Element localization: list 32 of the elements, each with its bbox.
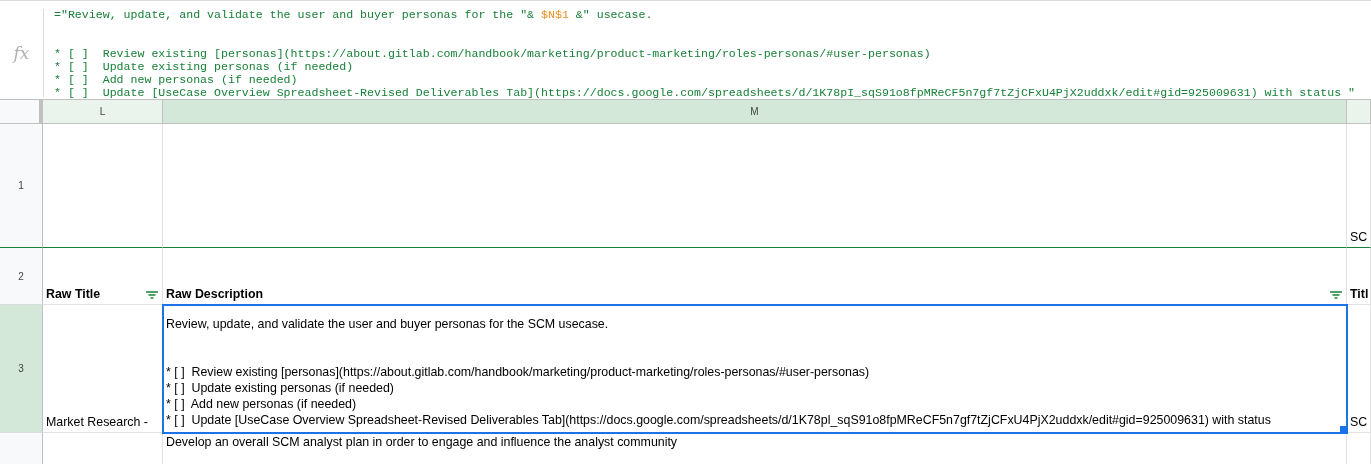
select-all-corner[interactable] (0, 100, 43, 124)
table-cell[interactable]: Raw Title (43, 248, 163, 305)
cell-text: Review, update, and validate the user and buyer personas for the SCM usecase. * [ ] Review existing [personas](https://about.gitlab.com/handbook/marketing/product-marketing/roles-personas/#user-personas) * [ ] Update existing personas (if needed) * [ ] Add new personas (if needed) * [ ] Update [UseCase Overview Spreadsheet-Revised Deliverables Tab](https://docs.google.com/spreadsheets/d/1K78pl_sqS91o8fpMReCF5n7gf7tZjCFxU4PjX2uddxk/edit#gid=925009631) with status (166, 316, 1271, 429)
table-cell[interactable]: Market Research - (43, 305, 163, 433)
column-header[interactable]: L (43, 100, 163, 124)
fill-handle[interactable] (1339, 425, 1346, 432)
table-cell[interactable]: Develop an overall SCM analyst plan in order to engage and influence the analyst community (163, 433, 1347, 464)
formula-text: ="Review, update, and validate the user and buyer personas for the "& $N$1 &" usecase. * [ ] Review existing [personas](https://about.gitlab.com/handbook/marketing/product-marketing/roles-personas/#user-personas) * [ ] Update existing personas (if needed) * [ ] Add new personas (if needed) * [ ] Update [UseCase Overview Spreadsheet-Revised Deliverables Tab](https://docs.google.com/spreadsheets/d/1K78pI_sqS91o8fpMReCF5n7gf7tZjCFxU4PjX2uddxk/edit#gid=925009631) with status " (54, 8, 1356, 99)
table-cell[interactable] (1347, 433, 1371, 464)
filter-icon[interactable] (1330, 291, 1342, 299)
table-cell[interactable]: Raw Description (163, 248, 1347, 305)
cell-text: SC (1350, 230, 1368, 245)
table-cell[interactable] (163, 124, 1347, 248)
column-title: Titl (1350, 287, 1369, 302)
cell-text: Market Research - (46, 415, 148, 430)
table-cell[interactable]: Titl (1347, 248, 1371, 305)
column-header[interactable] (1347, 100, 1371, 124)
row-header[interactable]: 2 (0, 248, 43, 305)
table-cell[interactable]: SC (1347, 305, 1371, 433)
row-header[interactable]: 1 (0, 124, 43, 248)
cell-text: Develop an overall SCM analyst plan in order to engage and influence the analyst community (166, 435, 678, 450)
table-cell[interactable] (43, 124, 163, 248)
fx-label: fx (13, 43, 30, 63)
column-title: Raw Description (166, 287, 264, 302)
cell-text: SC (1350, 415, 1368, 430)
filter-icon[interactable] (146, 291, 158, 299)
table-cell[interactable]: SC (1347, 124, 1371, 248)
column-title: Raw Title (46, 287, 101, 302)
column-header[interactable]: M (163, 100, 1347, 124)
row-header[interactable]: 3 (0, 305, 43, 433)
table-cell[interactable] (163, 305, 1347, 433)
row-header[interactable] (0, 433, 43, 464)
